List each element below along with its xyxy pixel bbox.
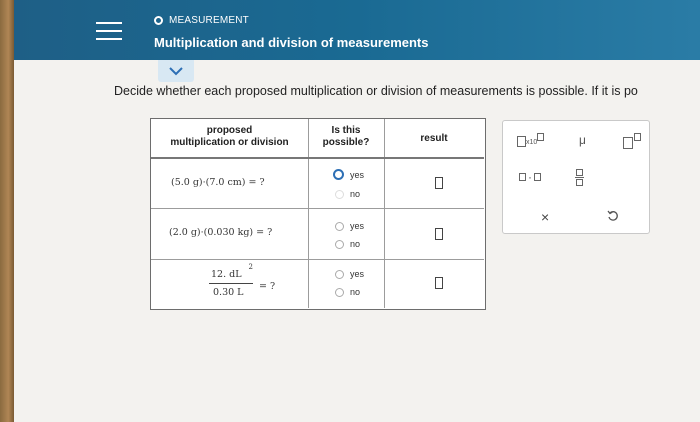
radio-button[interactable] [335, 189, 344, 199]
app-screen: MEASUREMENT Multiplication and division … [14, 0, 700, 422]
menu-icon[interactable] [96, 22, 122, 40]
dot-multiply-button[interactable]: · [519, 171, 541, 183]
radio-button[interactable] [335, 287, 344, 297]
math-tools-panel: x10 μ · × [502, 120, 650, 234]
instructions-text: Decide whether each proposed multiplicat… [114, 84, 638, 98]
progress-circle-icon [154, 16, 163, 25]
collapse-toggle[interactable] [158, 60, 194, 82]
row3-result-input[interactable] [435, 277, 443, 289]
row1-yes-option[interactable]: yes [333, 169, 364, 180]
section-label-text: MEASUREMENT [169, 15, 249, 26]
row3-fraction: 12. dL 2 0.30 L [209, 263, 253, 298]
row2-result-input[interactable] [435, 228, 443, 240]
header-result: result [420, 133, 448, 144]
fraction-bar [209, 283, 253, 284]
chevron-down-icon [169, 67, 183, 76]
fraction-button[interactable] [575, 169, 584, 186]
fraction-numerator: 12. dL 2 [211, 263, 253, 280]
row2-no-option[interactable]: no [335, 239, 360, 249]
row1-expression: (5.0 g)·(7.0 cm) = ? [171, 177, 265, 188]
header-bar: MEASUREMENT Multiplication and division … [14, 0, 700, 60]
scientific-notation-button[interactable]: x10 [517, 133, 545, 147]
row3-no-option[interactable]: no [335, 287, 360, 297]
row1-no-option[interactable]: no [335, 189, 360, 199]
row3-equals: = ? [259, 281, 276, 292]
radio-button[interactable] [335, 221, 344, 231]
row2-yes-option[interactable]: yes [335, 221, 364, 231]
radio-button[interactable] [335, 269, 344, 279]
row1-result-input[interactable] [435, 177, 443, 189]
superscript-button[interactable] [623, 133, 641, 149]
radio-button[interactable] [335, 239, 344, 249]
section-label: MEASUREMENT [154, 15, 249, 26]
header-proposed: proposed multiplication or division [170, 125, 289, 148]
mu-button[interactable]: μ [579, 133, 586, 147]
header-possible: Is this possible? [322, 125, 370, 148]
undo-button[interactable] [607, 209, 619, 227]
row3-yes-option[interactable]: yes [335, 269, 364, 279]
radio-button[interactable] [333, 169, 344, 180]
fraction-denominator: 0.30 L [213, 287, 244, 298]
undo-icon [607, 210, 618, 221]
row2-expression: (2.0 g)·(0.030 kg) = ? [169, 227, 273, 238]
problem-table: proposed multiplication or division Is t… [150, 118, 486, 310]
page-title: Multiplication and division of measureme… [154, 35, 429, 50]
monitor-bezel [0, 0, 14, 422]
clear-button[interactable]: × [541, 209, 549, 225]
